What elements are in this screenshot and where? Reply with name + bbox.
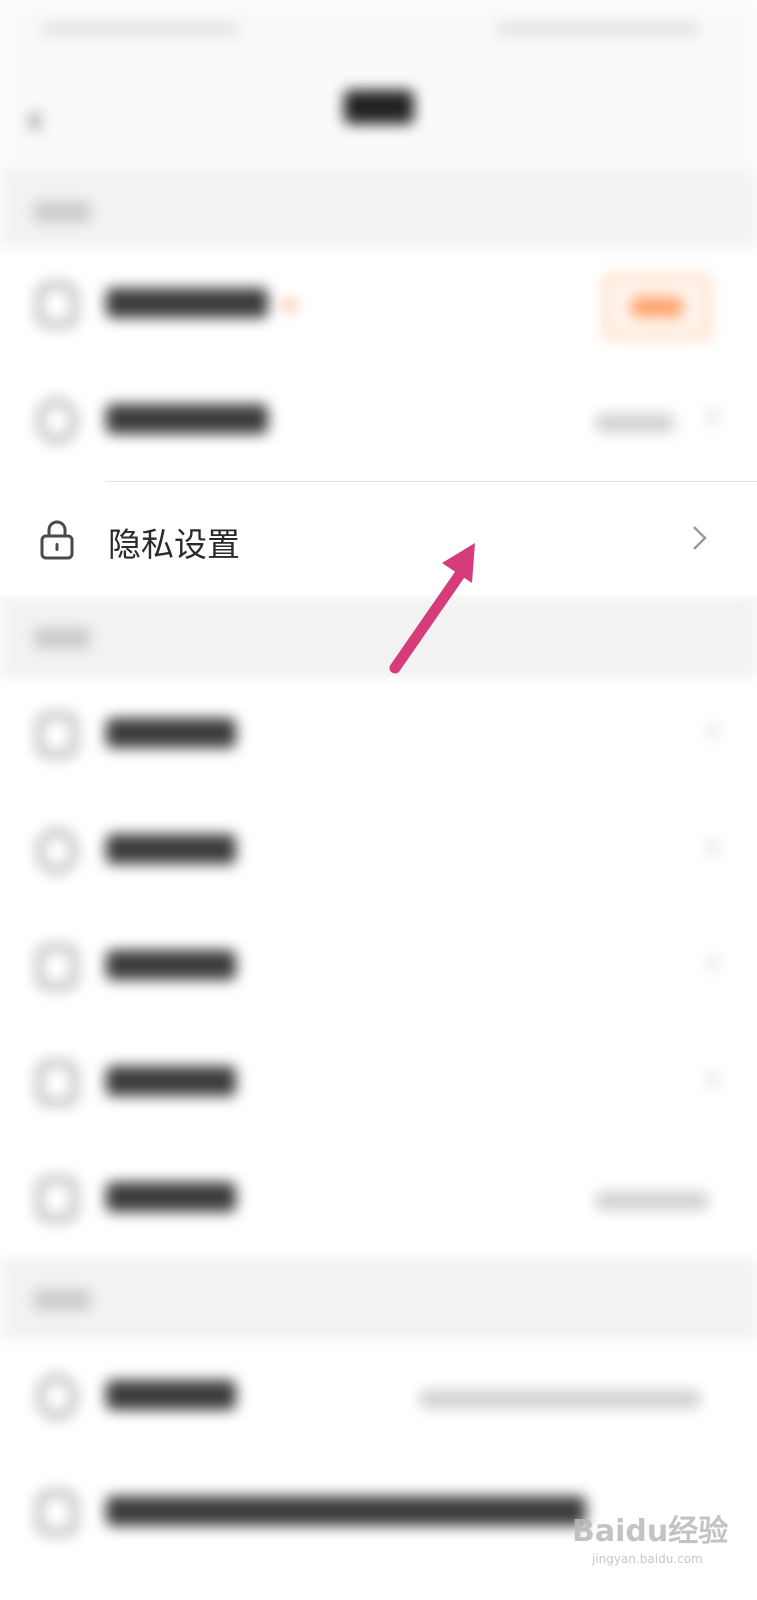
blurred-settings-background: ‹ › › › › ›: [0, 0, 757, 1600]
chevron-right-icon: ›: [705, 939, 721, 985]
settings-row-7[interactable]: [0, 1142, 757, 1258]
row-label-skeleton: [106, 950, 236, 980]
status-bar: [0, 0, 757, 60]
top-nav-bar: ‹: [0, 60, 757, 170]
settings-row-4[interactable]: ›: [0, 794, 757, 910]
watermark-brand: Baidu经验: [572, 1514, 729, 1549]
status-bar-left: [40, 22, 240, 36]
row-label-skeleton: [106, 1182, 236, 1212]
chevron-right-icon: ›: [705, 393, 721, 439]
row-icon: [38, 400, 76, 442]
watermark-url: jingyan.baidu.com: [592, 1552, 703, 1566]
section-header-2: [0, 596, 757, 678]
privacy-settings-label: 隐私设置: [108, 525, 240, 564]
new-indicator-dot: [285, 300, 295, 310]
chevron-right-icon: ›: [705, 707, 721, 753]
row-icon: [38, 1178, 76, 1220]
row-value-skeleton: [596, 414, 674, 432]
row-icon: [38, 1062, 76, 1104]
row-label-skeleton: [106, 288, 268, 318]
settings-row-6[interactable]: ›: [0, 1026, 757, 1142]
row-value-skeleton: [596, 1192, 708, 1210]
settings-row-1[interactable]: [0, 248, 757, 364]
row-icon: [38, 1492, 76, 1534]
status-bar-right: [495, 22, 700, 36]
settings-row-3[interactable]: ›: [0, 678, 757, 794]
settings-row-2[interactable]: ›: [0, 364, 757, 480]
row-icon: [38, 714, 76, 756]
row-label-skeleton: [106, 404, 268, 434]
row-label-skeleton: [106, 1496, 586, 1526]
row-icon: [38, 1376, 76, 1418]
row-icon: [38, 284, 76, 326]
orange-action-button[interactable]: [604, 276, 710, 338]
section-header-1: [0, 170, 757, 248]
row-label-skeleton: [106, 1380, 236, 1410]
row-label-skeleton: [106, 834, 236, 864]
settings-row-5[interactable]: ›: [0, 910, 757, 1026]
chevron-right-icon: ›: [705, 823, 721, 869]
baidu-watermark: Baidu经验 jingyan.baidu.com: [572, 1490, 742, 1566]
annotation-arrow-icon: [389, 543, 475, 674]
chevron-right-icon: ›: [705, 1055, 721, 1101]
row-icon: [38, 946, 76, 988]
lock-icon: [40, 520, 74, 560]
row-value-skeleton: [420, 1390, 700, 1408]
row-label-skeleton: [106, 1066, 236, 1096]
row-label-skeleton: [106, 718, 236, 748]
settings-row-8[interactable]: [0, 1340, 757, 1456]
row-icon: [38, 830, 76, 872]
chevron-right-icon: [693, 526, 707, 550]
privacy-settings-row[interactable]: 隐私设置: [0, 482, 757, 596]
page-title: [0, 90, 757, 124]
section-header-3: [0, 1258, 757, 1340]
